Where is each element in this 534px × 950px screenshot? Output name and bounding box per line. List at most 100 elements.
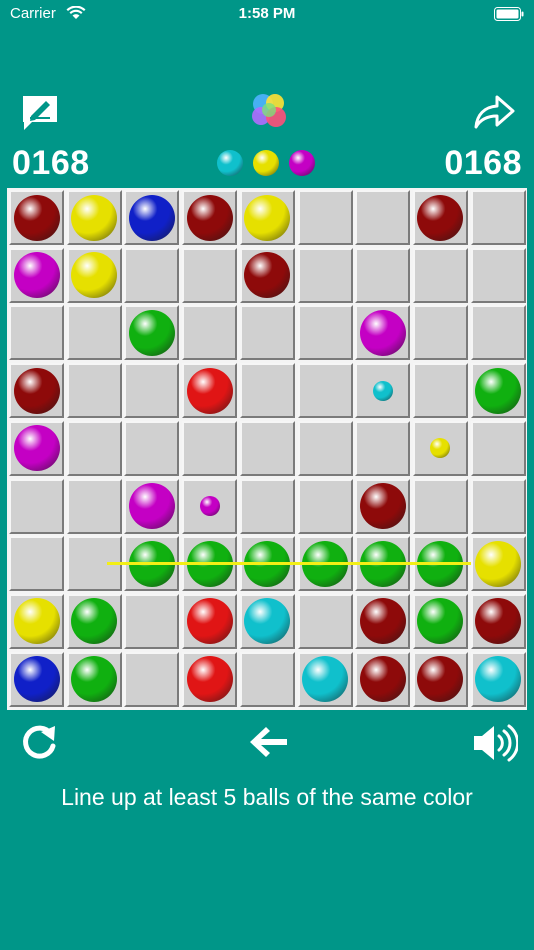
green-ball[interactable] (71, 656, 118, 703)
board-cell[interactable] (182, 190, 238, 245)
board-cell[interactable] (470, 363, 526, 419)
board-cell[interactable] (124, 305, 180, 361)
board-cell[interactable] (412, 420, 468, 476)
board-cell[interactable] (66, 190, 122, 245)
board-cell[interactable] (355, 190, 411, 245)
restart-button[interactable] (18, 722, 60, 764)
board-cell[interactable] (124, 247, 180, 303)
board-cell[interactable] (66, 305, 122, 361)
red-ball[interactable] (186, 656, 233, 703)
board-cell[interactable] (412, 478, 468, 534)
board-cell[interactable] (239, 420, 295, 476)
darkred-ball[interactable] (186, 194, 233, 241)
magenta-ball[interactable] (128, 483, 175, 529)
board-cell[interactable] (66, 478, 122, 534)
cyan-ball[interactable] (475, 656, 522, 703)
red-ball[interactable] (186, 367, 233, 414)
board-cell[interactable] (9, 536, 64, 592)
board-cell[interactable] (297, 651, 353, 707)
board-cell[interactable] (297, 363, 353, 419)
board-cell[interactable] (9, 651, 64, 707)
board-cell[interactable] (470, 420, 526, 476)
darkred-ball[interactable] (417, 194, 464, 241)
board-cell[interactable] (9, 305, 64, 361)
board-cell[interactable] (124, 478, 180, 534)
board-cell[interactable] (182, 478, 238, 534)
board-cell[interactable] (412, 305, 468, 361)
board-cell[interactable] (297, 420, 353, 476)
board-cell[interactable] (412, 247, 468, 303)
board-cell[interactable] (470, 536, 526, 592)
board-cell[interactable] (355, 420, 411, 476)
yellow-ball[interactable] (244, 194, 291, 241)
board-cell[interactable] (412, 593, 468, 649)
share-button[interactable] (473, 94, 515, 130)
magenta-ball[interactable] (359, 309, 406, 356)
board-cell[interactable] (470, 651, 526, 707)
board-cell[interactable] (9, 420, 64, 476)
board-cell[interactable] (355, 478, 411, 534)
green-ball[interactable] (417, 598, 464, 645)
darkred-ball[interactable] (417, 656, 464, 703)
board-cell[interactable] (182, 363, 238, 419)
small-cyan-ball[interactable] (372, 380, 393, 401)
yellow-ball[interactable] (475, 540, 522, 587)
small-yellow-ball[interactable] (430, 438, 451, 459)
board-cell[interactable] (66, 363, 122, 419)
darkred-ball[interactable] (475, 598, 522, 645)
board-cell[interactable] (412, 190, 468, 245)
magenta-ball[interactable] (13, 425, 60, 472)
board-cell[interactable] (124, 420, 180, 476)
board-cell[interactable] (124, 651, 180, 707)
board-cell[interactable] (412, 363, 468, 419)
board-cell[interactable] (355, 363, 411, 419)
green-ball[interactable] (475, 367, 522, 414)
board-cell[interactable] (182, 305, 238, 361)
yellow-ball[interactable] (71, 252, 118, 299)
board-cell[interactable] (66, 651, 122, 707)
green-ball[interactable] (71, 598, 118, 645)
board-cell[interactable] (470, 478, 526, 534)
board-cell[interactable] (297, 190, 353, 245)
board-cell[interactable] (9, 247, 64, 303)
darkred-ball[interactable] (244, 252, 291, 299)
board-cell[interactable] (470, 190, 526, 245)
darkred-ball[interactable] (359, 483, 406, 529)
board-cell[interactable] (297, 593, 353, 649)
board-cell[interactable] (66, 593, 122, 649)
darkred-ball[interactable] (359, 656, 406, 703)
board-cell[interactable] (355, 305, 411, 361)
board-cell[interactable] (239, 363, 295, 419)
board-cell[interactable] (124, 363, 180, 419)
magenta-ball[interactable] (13, 252, 60, 299)
board-cell[interactable] (66, 247, 122, 303)
board-cell[interactable] (470, 247, 526, 303)
darkred-ball[interactable] (13, 194, 60, 241)
board-cell[interactable] (297, 247, 353, 303)
yellow-ball[interactable] (71, 194, 118, 241)
board-cell[interactable] (124, 593, 180, 649)
board-cell[interactable] (124, 190, 180, 245)
board-cell[interactable] (9, 190, 64, 245)
board-cell[interactable] (182, 651, 238, 707)
darkred-ball[interactable] (359, 598, 406, 645)
board-cell[interactable] (182, 420, 238, 476)
board-cell[interactable] (239, 190, 295, 245)
board-cell[interactable] (412, 651, 468, 707)
board-cell[interactable] (9, 363, 64, 419)
edit-button[interactable] (20, 94, 60, 132)
sound-button[interactable] (472, 722, 520, 764)
board-cell[interactable] (297, 305, 353, 361)
small-magenta-ball[interactable] (199, 496, 220, 516)
board-cell[interactable] (182, 247, 238, 303)
board-cell[interactable] (66, 420, 122, 476)
board-cell[interactable] (355, 651, 411, 707)
red-ball[interactable] (186, 598, 233, 645)
board-cell[interactable] (297, 478, 353, 534)
board-cell[interactable] (239, 478, 295, 534)
undo-button[interactable] (246, 722, 290, 762)
board-cell[interactable] (9, 593, 64, 649)
board-cell[interactable] (470, 305, 526, 361)
darkred-ball[interactable] (13, 367, 60, 414)
board-cell[interactable] (182, 593, 238, 649)
